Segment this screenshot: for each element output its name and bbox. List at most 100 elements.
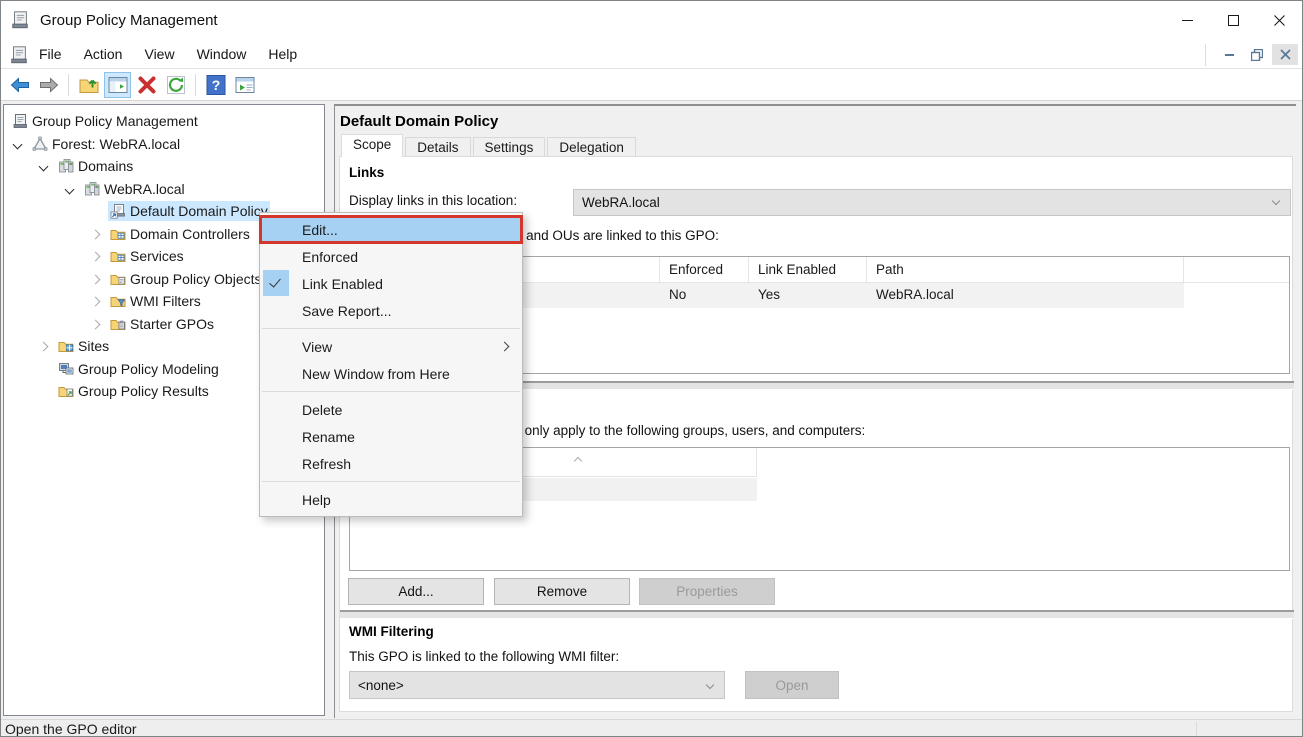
tab-details[interactable]: Details xyxy=(405,137,470,157)
context-menu-new-window-from-here[interactable]: New Window from Here xyxy=(260,360,522,387)
display-links-label: Display links in this location: xyxy=(349,193,517,208)
context-menu: Edit... EnforcedLink EnabledSave Report..… xyxy=(259,212,523,517)
menu-file[interactable]: File xyxy=(28,42,73,66)
context-menu-delete[interactable]: Delete xyxy=(260,396,522,423)
section-divider xyxy=(340,610,1294,619)
menu-view[interactable]: View xyxy=(133,42,185,66)
column-header[interactable]: Enforced xyxy=(660,257,749,282)
remove-button[interactable]: Remove xyxy=(494,578,630,605)
menu-action[interactable]: Action xyxy=(73,42,134,66)
console-tree-icon xyxy=(107,74,129,96)
tree-item-label: Forest: WebRA.local xyxy=(49,135,183,153)
context-menu-link-enabled[interactable]: Link Enabled xyxy=(260,270,522,297)
chevron-collapsed-icon[interactable] xyxy=(91,319,101,329)
mdi-controls xyxy=(1205,43,1298,66)
mdi-minimize-icon xyxy=(1225,54,1234,56)
context-menu-edit[interactable]: Edit... xyxy=(260,216,522,243)
menu-item-label: Edit... xyxy=(302,222,338,238)
delete-icon xyxy=(136,74,158,96)
mdi-close-button[interactable] xyxy=(1272,44,1298,65)
console-tree-toolbar-button[interactable] xyxy=(104,72,131,98)
svg-text:?: ? xyxy=(211,77,220,93)
forward-icon xyxy=(38,74,60,96)
tab-scope[interactable]: Scope xyxy=(341,134,403,157)
mdi-close-icon xyxy=(1280,49,1291,60)
menu-separator xyxy=(260,387,522,396)
status-bar: Open the GPO editor xyxy=(1,719,1302,737)
menu-separator xyxy=(260,324,522,333)
context-menu-enforced[interactable]: Enforced xyxy=(260,243,522,270)
refresh-icon xyxy=(165,74,187,96)
mdi-restore-icon xyxy=(1251,49,1263,61)
chevron-collapsed-icon[interactable] xyxy=(91,297,101,307)
menu-item-label: New Window from Here xyxy=(302,366,450,382)
export-list-toolbar-button[interactable] xyxy=(231,72,258,98)
tree-item-label: Domain Controllers xyxy=(127,225,253,243)
tab-settings[interactable]: Settings xyxy=(473,137,546,157)
wmi-filter-dropdown[interactable]: <none> xyxy=(349,671,725,699)
tree-item-forest-webra-local[interactable]: Forest: WebRA.local xyxy=(4,133,324,156)
chevron-collapsed-icon[interactable] xyxy=(91,252,101,262)
sort-ascending-icon xyxy=(574,457,582,465)
chevron-expanded-icon[interactable] xyxy=(39,162,49,172)
tree-item-group-policy-management[interactable]: Group Policy Management xyxy=(4,110,324,133)
results-folder-icon xyxy=(58,383,74,399)
chevron-collapsed-icon[interactable] xyxy=(39,342,49,352)
gpm-icon xyxy=(12,113,28,129)
add-button[interactable]: Add... xyxy=(348,578,484,605)
menu-help[interactable]: Help xyxy=(257,42,308,66)
tab-delegation[interactable]: Delegation xyxy=(547,137,636,157)
wmi-folder-icon xyxy=(110,293,126,309)
back-toolbar-button[interactable] xyxy=(6,72,33,98)
menu-item-label: Help xyxy=(302,492,331,508)
status-divider xyxy=(1196,722,1197,737)
delete-toolbar-button[interactable] xyxy=(133,72,160,98)
tree-item-domains[interactable]: Domains xyxy=(4,155,324,178)
tree-item-label: Starter GPOs xyxy=(127,315,217,333)
menubar-app-icon xyxy=(9,45,28,64)
tree-item-label: WebRA.local xyxy=(101,180,188,198)
tree-item-label: Sites xyxy=(75,337,112,355)
wmi-filter-value: <none> xyxy=(358,678,404,693)
context-menu-view[interactable]: View xyxy=(260,333,522,360)
tree-item-label: Group Policy Modeling xyxy=(75,360,222,378)
chevron-expanded-icon[interactable] xyxy=(65,184,75,194)
starter-folder-icon xyxy=(110,316,126,332)
table-cell: No xyxy=(660,283,749,308)
mdi-minimize-button[interactable] xyxy=(1216,44,1242,65)
caption-buttons xyxy=(1164,1,1302,40)
client-area: Group Policy Management Forest: WebRA.loc… xyxy=(1,101,1302,719)
up-folder-toolbar-button[interactable] xyxy=(75,72,102,98)
location-dropdown[interactable]: WebRA.local xyxy=(573,189,1291,216)
forward-toolbar-button[interactable] xyxy=(35,72,62,98)
open-button[interactable]: Open xyxy=(745,671,839,699)
minimize-button[interactable] xyxy=(1164,1,1210,40)
table-cell: Yes xyxy=(749,283,867,308)
export-list-icon xyxy=(234,74,256,96)
context-menu-refresh[interactable]: Refresh xyxy=(260,450,522,477)
column-header[interactable]: Link Enabled xyxy=(749,257,867,282)
chevron-collapsed-icon[interactable] xyxy=(91,274,101,284)
check-icon xyxy=(263,270,289,296)
chevron-expanded-icon[interactable] xyxy=(13,139,23,149)
tree-item-webra-local[interactable]: WebRA.local xyxy=(4,178,324,201)
context-menu-help[interactable]: Help xyxy=(260,486,522,513)
context-menu-save-report[interactable]: Save Report... xyxy=(260,297,522,324)
help-icon: ? xyxy=(205,74,227,96)
menu-window[interactable]: Window xyxy=(186,42,258,66)
tree-item-label: Default Domain Policy xyxy=(127,202,271,220)
menu-separator xyxy=(260,477,522,486)
help-toolbar-button[interactable]: ? xyxy=(202,72,229,98)
toolbar: ? xyxy=(1,70,1302,101)
column-header[interactable]: Path xyxy=(867,257,1184,282)
context-menu-rename[interactable]: Rename xyxy=(260,423,522,450)
refresh-toolbar-button[interactable] xyxy=(162,72,189,98)
close-button[interactable] xyxy=(1256,1,1302,40)
mdi-restore-button[interactable] xyxy=(1244,44,1270,65)
gpo-title: Default Domain Policy xyxy=(340,113,498,130)
maximize-button[interactable] xyxy=(1210,1,1256,40)
ou-folder-icon xyxy=(110,248,126,264)
properties-button[interactable]: Properties xyxy=(639,578,775,605)
chevron-collapsed-icon[interactable] xyxy=(91,229,101,239)
location-dropdown-value: WebRA.local xyxy=(582,195,660,210)
